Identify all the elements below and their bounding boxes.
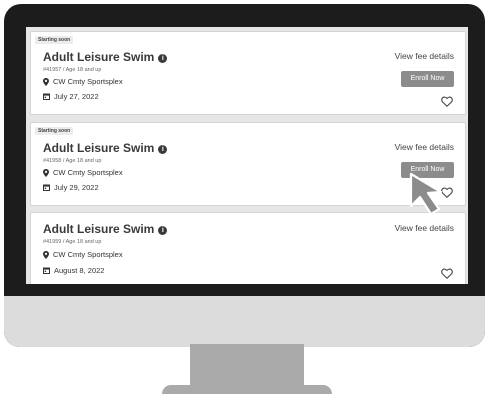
listing-title-text[interactable]: Adult Leisure Swim <box>43 222 154 236</box>
status-badge: Starting soon <box>35 36 74 44</box>
info-icon[interactable]: i <box>158 54 168 63</box>
location-row: CW Cmty Sportsplex <box>43 250 123 259</box>
date-text: August 8, 2022 <box>54 266 105 275</box>
listing-title[interactable]: Adult Leisure Swim i <box>43 50 168 64</box>
info-icon[interactable]: i <box>158 226 168 235</box>
listing-title-text[interactable]: Adult Leisure Swim <box>43 50 154 64</box>
calendar-icon <box>43 267 50 274</box>
calendar-icon <box>43 184 50 191</box>
screen: Starting soon Adult Leisure Swim i #41957… <box>26 27 468 284</box>
date-text: July 29, 2022 <box>54 183 99 192</box>
monitor-stand-base <box>162 385 332 394</box>
monitor-stand <box>190 344 304 386</box>
date-row: August 8, 2022 <box>43 266 104 275</box>
location-pin-icon <box>43 250 49 259</box>
calendar-icon <box>43 93 50 100</box>
listing-meta: #41959 / Age 18 and up <box>43 239 102 245</box>
date-text: July 27, 2022 <box>54 92 99 101</box>
location-text: CW Cmty Sportsplex <box>53 77 123 86</box>
listing-card: Adult Leisure Swim i #41959 / Age 18 and … <box>30 212 466 284</box>
date-row: July 29, 2022 <box>43 183 99 192</box>
monitor-chin <box>4 296 485 347</box>
date-row: July 27, 2022 <box>43 92 99 101</box>
listing-meta: #41957 / Age 18 and up <box>43 67 102 73</box>
listing-title-text[interactable]: Adult Leisure Swim <box>43 141 154 155</box>
listing-meta: #41958 / Age 18 and up <box>43 158 102 164</box>
location-text: CW Cmty Sportsplex <box>53 168 123 177</box>
location-text: CW Cmty Sportsplex <box>53 250 123 259</box>
location-pin-icon <box>43 168 49 177</box>
heart-icon[interactable] <box>441 268 453 279</box>
listing-title[interactable]: Adult Leisure Swim i <box>43 141 168 155</box>
view-fee-details-link[interactable]: View fee details <box>395 223 454 233</box>
listing-card: Starting soon Adult Leisure Swim i #41957… <box>30 31 466 115</box>
view-fee-details-link[interactable]: View fee details <box>395 142 454 152</box>
location-row: CW Cmty Sportsplex <box>43 168 123 177</box>
monitor-frame: Starting soon Adult Leisure Swim i #41957… <box>4 4 485 347</box>
status-badge: Starting soon <box>35 127 74 135</box>
enroll-now-button[interactable]: Enroll Now <box>401 71 454 87</box>
mouse-pointer-icon <box>409 172 443 216</box>
info-icon[interactable]: i <box>158 145 168 154</box>
heart-icon[interactable] <box>441 96 453 107</box>
location-row: CW Cmty Sportsplex <box>43 77 123 86</box>
location-pin-icon <box>43 77 49 86</box>
view-fee-details-link[interactable]: View fee details <box>395 51 454 61</box>
listing-title[interactable]: Adult Leisure Swim i <box>43 222 168 236</box>
listing-card: Starting soon Adult Leisure Swim i #41958… <box>30 122 466 206</box>
